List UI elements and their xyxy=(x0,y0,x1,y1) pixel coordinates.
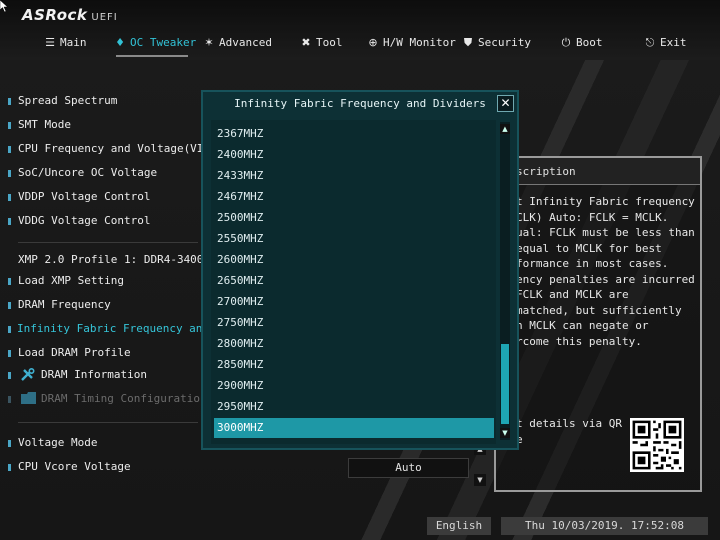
bullet-icon xyxy=(8,440,11,447)
folder-icon xyxy=(21,392,36,404)
language-button[interactable]: English xyxy=(427,517,491,535)
close-button[interactable]: ✕ xyxy=(497,95,514,112)
tab-advanced[interactable]: ✶ Advanced xyxy=(203,33,272,53)
list-item-3000-selected[interactable]: 3000MHZ xyxy=(214,418,494,438)
list-item-2650[interactable]: 2650MHZ xyxy=(214,271,494,291)
main-nav: ☰ Main ♦ OC Tweaker ✶ Advanced ✖ Tool ⊕ H/W M… xyxy=(0,33,720,57)
tools-icon xyxy=(21,368,35,381)
tab-security-label: Security xyxy=(478,36,531,49)
flame-icon: ♦ xyxy=(115,36,125,49)
page-scroll-down-button[interactable]: ▼ xyxy=(474,474,486,486)
tab-tool[interactable]: ✖ Tool xyxy=(300,33,343,53)
description-title: scription xyxy=(516,165,576,178)
menu-item-load-xmp[interactable]: Load XMP Setting xyxy=(18,272,124,290)
list-item-2900[interactable]: 2900MHZ xyxy=(214,376,494,396)
star-icon: ✶ xyxy=(204,36,214,49)
list-item-2550[interactable]: 2550MHZ xyxy=(214,229,494,249)
bullet-icon xyxy=(8,464,11,471)
menu-item-cpu-vcore[interactable]: CPU Vcore Voltage xyxy=(18,458,131,476)
bullet-icon xyxy=(8,170,11,177)
tab-oc-tweaker[interactable]: ♦ OC Tweaker xyxy=(114,33,196,53)
list-item-2433[interactable]: 2433MHZ xyxy=(214,166,494,186)
tab-advanced-label: Advanced xyxy=(219,36,272,49)
menu-item-voltage-mode[interactable]: Voltage Mode xyxy=(18,434,97,452)
list-item-2500[interactable]: 2500MHZ xyxy=(214,208,494,228)
tab-main-label: Main xyxy=(60,36,87,49)
menu-item-dram-information[interactable]: DRAM Information xyxy=(41,366,147,384)
list-item-2600[interactable]: 2600MHZ xyxy=(214,250,494,270)
scroll-up-icon[interactable]: ▲ xyxy=(500,124,510,134)
dialog-title: Infinity Fabric Frequency and Dividers xyxy=(234,97,486,110)
tab-hw-monitor[interactable]: ⊕ H/W Monitor xyxy=(367,33,456,53)
bullet-icon xyxy=(8,278,11,285)
monitor-icon: ⊕ xyxy=(368,36,378,49)
infinity-fabric-dialog: Infinity Fabric Frequency and Dividers ✕… xyxy=(201,90,519,450)
bullet-icon xyxy=(8,302,11,309)
list-item-2800[interactable]: 2800MHZ xyxy=(214,334,494,354)
tab-tool-label: Tool xyxy=(316,36,343,49)
menu-item-smt-mode[interactable]: SMT Mode xyxy=(18,116,71,134)
qr-caption: t details via QR e xyxy=(516,417,622,446)
bullet-icon xyxy=(8,194,11,201)
frequency-options-list: 2367MHZ 2400MHZ 2433MHZ 2467MHZ 2500MHZ … xyxy=(211,120,496,444)
menu-item-spread-spectrum[interactable]: Spread Spectrum xyxy=(18,92,117,110)
close-icon: ✕ xyxy=(500,96,511,110)
list-item-2850[interactable]: 2850MHZ xyxy=(214,355,494,375)
tab-boot[interactable]: ⏻ Boot xyxy=(560,33,603,53)
bullet-icon xyxy=(8,218,11,225)
menu-item-dram-frequency[interactable]: DRAM Frequency xyxy=(18,296,111,314)
vcore-value-field[interactable]: Auto xyxy=(348,458,469,478)
list-item-2400[interactable]: 2400MHZ xyxy=(214,145,494,165)
bullet-icon xyxy=(8,146,11,153)
datetime-display: Thu 10/03/2019. 17:52:08 xyxy=(501,517,708,535)
description-panel: scription t Infinity Fabric frequency CL… xyxy=(494,156,702,492)
menu-item-dram-timing[interactable]: DRAM Timing Configuration xyxy=(41,390,207,408)
power-icon: ⏻ xyxy=(561,36,571,49)
menu-item-vddp-voltage[interactable]: VDDP Voltage Control xyxy=(18,188,150,206)
brand-logo: ASRock UEFI xyxy=(22,6,118,24)
tools-icon: ✖ xyxy=(301,36,311,49)
scroll-down-icon[interactable]: ▼ xyxy=(500,428,510,438)
brand-name: ASRock xyxy=(22,6,88,24)
exit-icon: ⎋ xyxy=(645,36,655,49)
list-item-2700[interactable]: 2700MHZ xyxy=(214,292,494,312)
menu-item-soc-uncore-voltage[interactable]: SoC/Uncore OC Voltage xyxy=(18,164,157,182)
scrollbar-thumb[interactable] xyxy=(501,344,509,424)
tab-oc-tweaker-label: OC Tweaker xyxy=(130,36,197,49)
tab-boot-label: Boot xyxy=(576,36,603,49)
menu-item-vddg-voltage[interactable]: VDDG Voltage Control xyxy=(18,212,150,230)
list-item-2367[interactable]: 2367MHZ xyxy=(214,124,494,144)
bullet-icon xyxy=(8,122,11,129)
description-text: t Infinity Fabric frequency CLK) Auto: F… xyxy=(516,195,695,348)
list-icon: ☰ xyxy=(45,36,55,49)
brand-suffix: UEFI xyxy=(91,12,118,23)
tab-main[interactable]: ☰ Main xyxy=(44,33,87,53)
bullet-icon xyxy=(8,372,11,379)
mouse-cursor-icon xyxy=(0,0,8,12)
tab-exit-label: Exit xyxy=(660,36,687,49)
bullet-icon xyxy=(8,350,11,357)
bullet-icon xyxy=(8,98,11,105)
list-item-2950[interactable]: 2950MHZ xyxy=(214,397,494,417)
bullet-icon xyxy=(8,396,11,403)
qr-code-icon xyxy=(630,418,684,472)
bullet-icon xyxy=(8,326,11,333)
tab-exit[interactable]: ⎋ Exit xyxy=(644,33,687,53)
separator xyxy=(18,422,198,423)
menu-item-infinity-fabric[interactable]: Infinity Fabric Frequency and Di xyxy=(17,320,229,338)
list-item-2750[interactable]: 2750MHZ xyxy=(214,313,494,333)
shield-icon: ⛊ xyxy=(463,36,473,49)
tab-security[interactable]: ⛊ Security xyxy=(462,33,531,53)
list-item-2467[interactable]: 2467MHZ xyxy=(214,187,494,207)
active-tab-underline xyxy=(116,55,188,57)
tab-hw-monitor-label: H/W Monitor xyxy=(383,36,456,49)
separator xyxy=(18,242,198,243)
description-header: scription xyxy=(496,158,700,185)
menu-item-load-dram-profile[interactable]: Load DRAM Profile xyxy=(18,344,131,362)
